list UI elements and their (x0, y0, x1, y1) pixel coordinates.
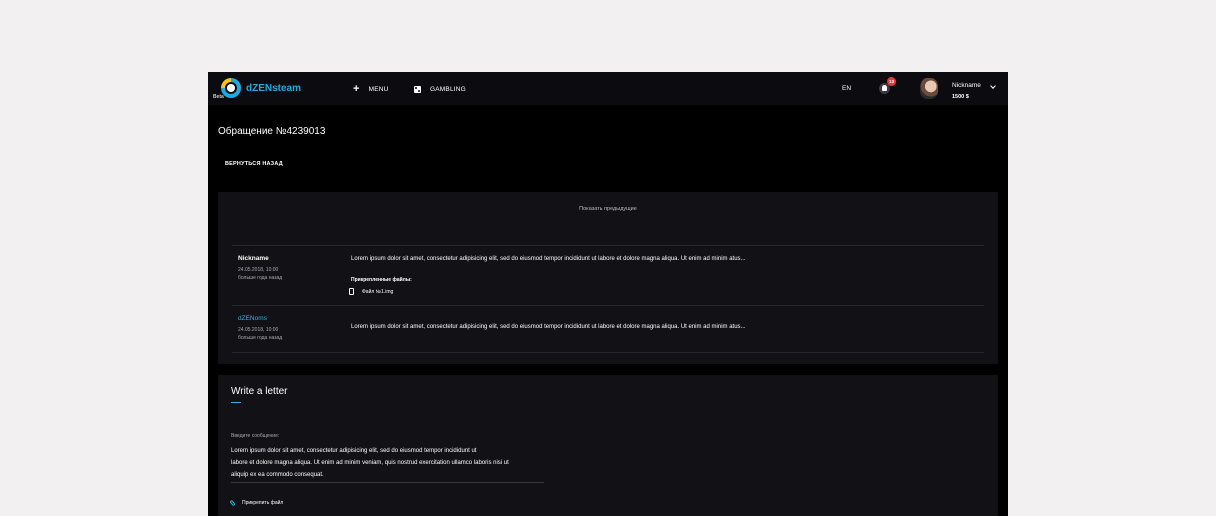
user-name[interactable]: Nickname (952, 82, 981, 89)
compose-panel: Write a letter Введите сообщение: Lorem … (218, 375, 998, 516)
logo-dot (227, 84, 235, 92)
message-text: Lorem ipsum dolor sit amet, consectetur … (351, 324, 746, 330)
nav-gambling-label: GAMBLING (430, 85, 466, 93)
nav-gambling-button[interactable]: GAMBLING (414, 83, 466, 95)
paperclip-icon (229, 499, 236, 507)
message-input-line: labore et dolore magna aliqua. Ut enim a… (231, 460, 509, 466)
logo-text: dZENsteam (246, 83, 302, 94)
app-window: Beta dZENsteam + MENU GAMBLING EN 13 Nic… (208, 72, 1008, 516)
message-date: 24.05.2018, 10:00 (238, 327, 279, 333)
avatar[interactable] (920, 78, 938, 99)
message-meta: 24.05.2018, 10:00 больше года назад (238, 326, 282, 342)
attachment-file-name: Файл №1.img (362, 288, 394, 295)
message-date: 24.05.2018, 10:00 (238, 267, 279, 273)
attach-file-button[interactable]: Прикрепить файл (229, 499, 284, 507)
message-input[interactable]: Lorem ipsum dolor sit amet, consectetur … (231, 445, 546, 481)
plus-icon: + (353, 83, 360, 95)
nav-menu-button[interactable]: + MENU (353, 83, 389, 95)
page-title: Обращение №4239013 (218, 126, 326, 137)
message-input-line: Lorem ipsum dolor sit amet, consectetur … (231, 448, 477, 454)
bell-icon (882, 85, 887, 91)
input-underline (231, 482, 544, 483)
message-author: dZENoms (238, 315, 267, 322)
divider (232, 352, 984, 353)
ticket-thread: Показать предыдущие Nickname 24.05.2018,… (218, 192, 998, 364)
title-accent-line (231, 402, 241, 403)
message-field-label: Введите сообщение: (231, 433, 280, 439)
chevron-down-icon[interactable] (990, 83, 996, 89)
top-header: Beta dZENsteam + MENU GAMBLING EN 13 Nic… (208, 72, 1008, 105)
divider (232, 305, 984, 306)
message-meta: 24.05.2018, 10:00 больше года назад (238, 266, 282, 282)
attachments-label: Прикрепленные файлы: (351, 277, 412, 283)
notification-badge: 13 (887, 77, 896, 86)
message-author: Nickname (238, 255, 269, 262)
file-icon (349, 288, 354, 295)
user-balance: 1500 $ (952, 94, 969, 100)
nav-menu-label: MENU (368, 85, 389, 93)
logo-beta-label: Beta (213, 94, 224, 100)
message-text: Lorem ipsum dolor sit amet, consectetur … (351, 256, 746, 262)
message-input-line: aliquip ex ea commodo consequat. (231, 472, 324, 478)
attachment-file[interactable]: Файл №1.img (349, 288, 393, 295)
compose-title: Write a letter (231, 386, 288, 397)
message-ago: больше года назад (238, 275, 283, 281)
show-previous-link[interactable]: Показать предыдущие (218, 206, 998, 212)
back-button[interactable]: ВЕРНУТЬСЯ НАЗАД (225, 161, 283, 167)
message-ago: больше года назад (238, 335, 283, 341)
attach-file-label: Прикрепить файл (242, 500, 284, 506)
divider (232, 245, 984, 246)
language-switcher[interactable]: EN (842, 85, 851, 92)
dice-icon (414, 85, 421, 93)
logo[interactable]: Beta dZENsteam (212, 77, 302, 101)
